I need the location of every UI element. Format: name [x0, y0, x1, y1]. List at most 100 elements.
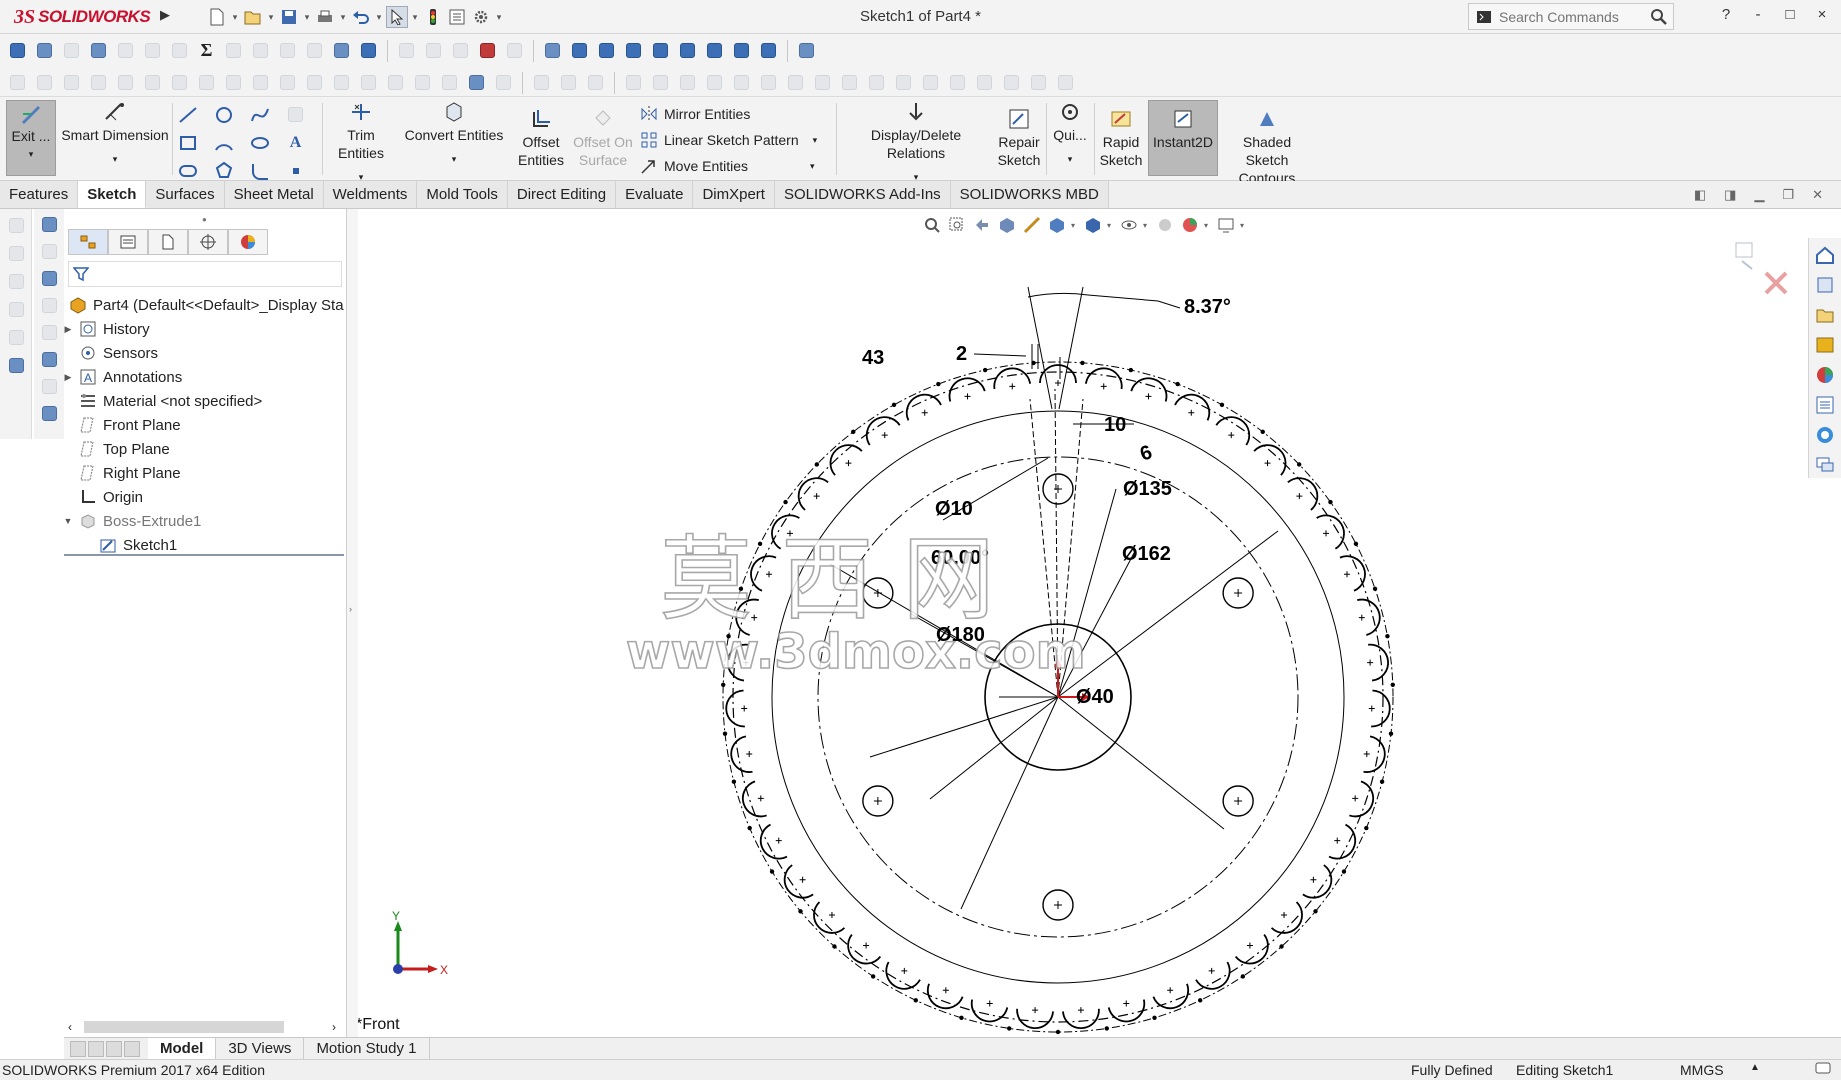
reference-geometry-icon[interactable] [438, 71, 461, 94]
mass-properties-icon[interactable] [60, 39, 83, 62]
note-icon[interactable] [37, 212, 61, 236]
scroll-left-icon[interactable]: ‹ [68, 1020, 72, 1034]
dimxpert-manager-tab-icon[interactable] [188, 229, 228, 255]
tab-features[interactable]: Features [0, 181, 79, 208]
loft-icon[interactable] [87, 71, 110, 94]
normal-to-icon[interactable] [541, 39, 564, 62]
mirror-icon[interactable] [411, 71, 434, 94]
view-palette-icon[interactable] [1812, 332, 1838, 358]
tab-surfaces[interactable]: Surfaces [146, 181, 225, 208]
thicken-icon[interactable] [811, 71, 834, 94]
ruled-surface-icon[interactable] [919, 71, 942, 94]
status-units[interactable]: MMGS [1680, 1062, 1724, 1078]
design-checker-icon[interactable] [395, 39, 418, 62]
solidworks-logo[interactable]: 3S SOLIDWORKS [14, 6, 151, 28]
doc-close-icon[interactable]: ✕ [1812, 187, 1823, 203]
instant2d-button[interactable]: Instant2D [1148, 100, 1218, 176]
print-dropdown-icon[interactable]: ▾ [338, 12, 348, 23]
design-library-icon[interactable] [1812, 272, 1838, 298]
strip-tool-2-icon[interactable] [4, 241, 28, 265]
smart-dimension-button[interactable]: Smart Dimension ▾ [60, 100, 170, 168]
doc-minimize-icon[interactable]: ▁ [1754, 187, 1764, 203]
tree-item-boss-extrude[interactable]: ▼ Boss-Extrude1 [64, 509, 346, 533]
options-gear-icon[interactable] [470, 6, 492, 28]
new-dropdown-icon[interactable]: ▾ [230, 12, 240, 23]
slot-icon[interactable] [176, 159, 199, 182]
thickness-icon[interactable] [249, 39, 272, 62]
panel-grip-icon[interactable]: ● [202, 215, 207, 224]
dim-num-6[interactable]: 6 [1137, 441, 1155, 465]
check-sketch-icon[interactable] [330, 39, 353, 62]
save-dropdown-icon[interactable]: ▾ [302, 12, 312, 23]
exit-dropdown-icon[interactable]: ▾ [29, 145, 34, 163]
tree-item-top-plane[interactable]: Top Plane [64, 437, 346, 461]
undercut-icon[interactable] [503, 39, 526, 62]
feature-tree-filter[interactable] [68, 261, 342, 287]
strip-tool-6-icon[interactable] [4, 353, 28, 377]
property-manager-tab-icon[interactable] [108, 229, 148, 255]
strip-tool-4-icon[interactable] [4, 297, 28, 321]
offset-surface-icon[interactable] [622, 71, 645, 94]
deviation-icon[interactable] [222, 39, 245, 62]
rebuild-icon[interactable] [422, 6, 444, 28]
custom-properties-icon[interactable] [1812, 392, 1838, 418]
exit-sketch-button[interactable]: Exit ... ▾ [6, 100, 56, 176]
trim-entities-button[interactable]: Trim Entities ▾ [326, 100, 396, 186]
annotation-text-icon[interactable] [37, 266, 61, 290]
tree-item-history[interactable]: ▶ History [64, 317, 346, 341]
fill-surface-icon[interactable] [703, 71, 726, 94]
tree-item-front-plane[interactable]: Front Plane [64, 413, 346, 437]
smart-dim-strip-icon[interactable] [37, 401, 61, 425]
doc-restore-icon[interactable]: ❐ [1782, 187, 1794, 203]
weld-symbol-icon[interactable] [37, 374, 61, 398]
units-dropdown-icon[interactable]: ▲ [1750, 1062, 1760, 1073]
ellipse-icon[interactable] [248, 131, 271, 154]
tile-right-icon[interactable]: ◨ [1724, 187, 1736, 203]
point-icon[interactable] [284, 159, 307, 182]
next-tab-icon[interactable] [106, 1040, 122, 1057]
scrollbar-thumb[interactable] [84, 1021, 284, 1033]
top-view-icon[interactable] [676, 39, 699, 62]
tree-horizontal-scrollbar[interactable]: ‹ › [64, 1017, 346, 1037]
tab-mold-tools[interactable]: Mold Tools [417, 181, 508, 208]
bottom-view-icon[interactable] [703, 39, 726, 62]
search-icon[interactable] [1649, 7, 1669, 27]
help-icon[interactable]: ? [1717, 6, 1735, 23]
offset-on-surface-button[interactable]: Offset On Surface [572, 107, 634, 169]
first-tab-icon[interactable] [70, 1040, 86, 1057]
spline-icon[interactable] [248, 103, 271, 126]
print-icon[interactable] [314, 6, 336, 28]
chamfer-icon[interactable] [249, 71, 272, 94]
linear-pattern-icon[interactable] [357, 71, 380, 94]
costing-icon[interactable] [422, 39, 445, 62]
untrim-surface-icon[interactable] [973, 71, 996, 94]
graphics-area[interactable]: ▾ ▾ ▾ ▾ ▾ Y X 8.37° 2 43 10 Ø10 Ø135 6 6… [358, 209, 1808, 1037]
convert-dropdown-icon[interactable]: ▾ [452, 150, 457, 168]
mold-analysis-icon[interactable] [476, 39, 499, 62]
dim-10[interactable]: 10 [1104, 414, 1126, 436]
balloon-icon[interactable] [37, 239, 61, 263]
surface-extrude-icon[interactable] [530, 71, 553, 94]
shell-icon[interactable] [276, 71, 299, 94]
replace-face-icon[interactable] [838, 71, 861, 94]
planar-surface-icon[interactable] [649, 71, 672, 94]
solidworks-forum-icon[interactable] [1812, 422, 1838, 448]
tab-model[interactable]: Model [148, 1037, 217, 1060]
tab-3d-views[interactable]: 3D Views [216, 1037, 305, 1060]
sketch-pencil-icon[interactable] [795, 39, 818, 62]
trimetric-view-icon[interactable] [757, 39, 780, 62]
tree-item-material[interactable]: Material <not specified> [64, 389, 346, 413]
tree-item-annotations[interactable]: ▶ A Annotations [64, 365, 346, 389]
move-entities-button[interactable]: Move Entities ▾ [640, 157, 815, 175]
surface-revolve-icon[interactable] [557, 71, 580, 94]
extrude-icon[interactable] [6, 71, 29, 94]
check-icon[interactable] [114, 39, 137, 62]
prev-tab-icon[interactable] [88, 1040, 104, 1057]
equations-sigma-icon[interactable]: Σ [195, 39, 218, 62]
polygon-icon[interactable] [212, 159, 235, 182]
rectangle-icon[interactable] [176, 131, 199, 154]
search-commands-box[interactable] [1468, 3, 1674, 30]
smart-dimension-dropdown-icon[interactable]: ▾ [113, 150, 118, 168]
file-properties-icon[interactable] [446, 6, 468, 28]
tile-left-icon[interactable]: ◧ [1694, 187, 1706, 203]
